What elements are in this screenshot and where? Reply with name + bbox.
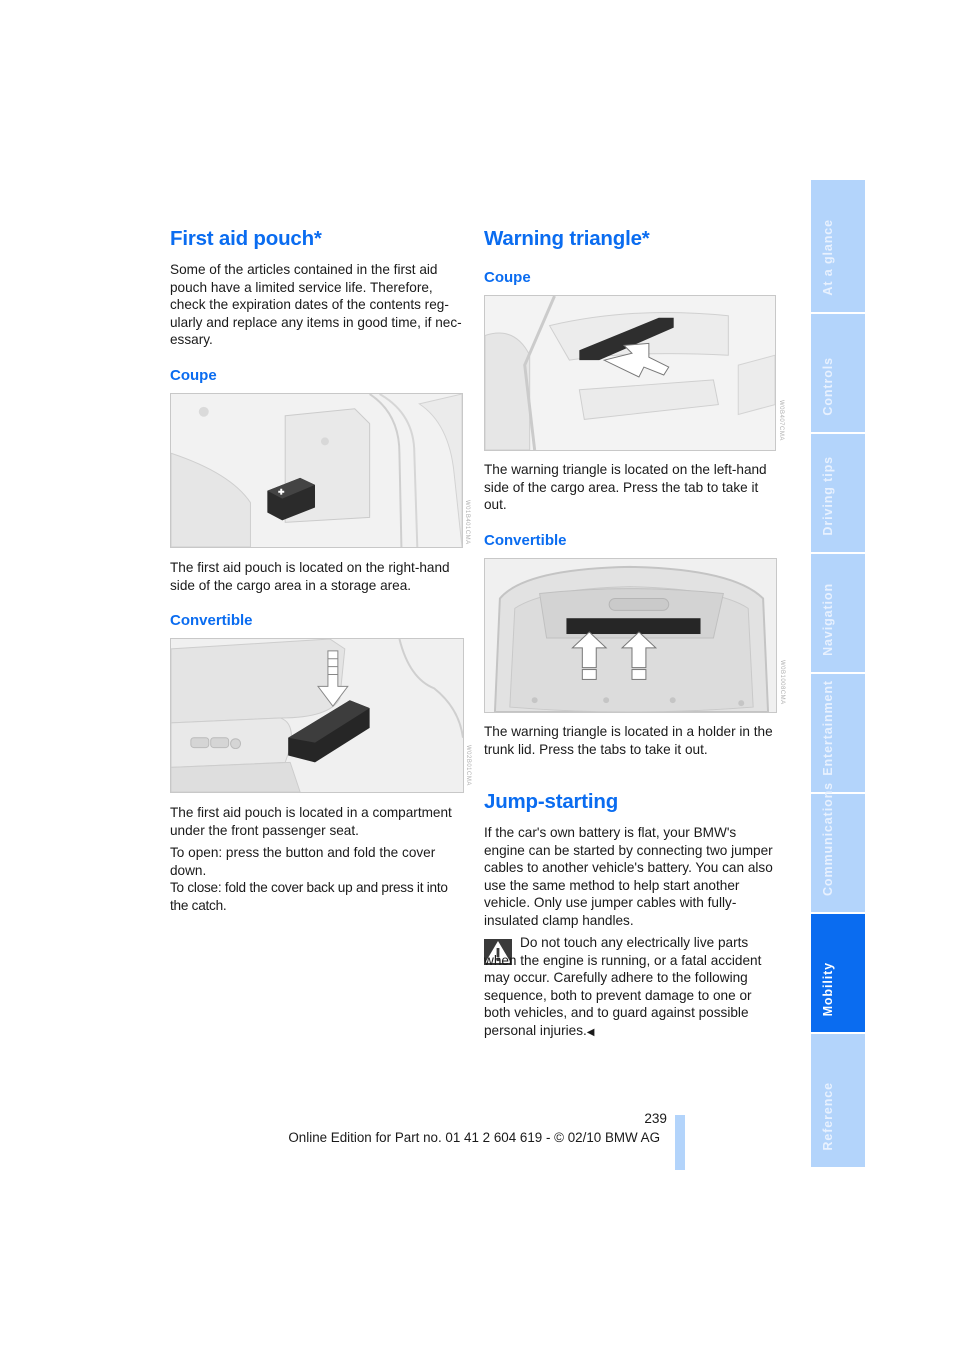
first-aid-convertible-image bbox=[170, 638, 464, 793]
first-aid-convertible-text: The first aid pouch is located in a comp… bbox=[170, 805, 452, 838]
side-tab-mobility[interactable]: Mobility bbox=[811, 914, 865, 1032]
side-tab-controls[interactable]: Controls bbox=[811, 314, 865, 432]
side-tab-label: Communications bbox=[821, 782, 835, 896]
warning-triangle-convertible-image-code: W0B1008CMA bbox=[779, 660, 785, 705]
side-tab-label: At a glance bbox=[821, 219, 835, 296]
side-tab-at-a-glance[interactable]: At a glance bbox=[811, 180, 865, 312]
first-aid-coupe-heading: Coupe bbox=[170, 367, 217, 384]
side-tab-communications[interactable]: Communications bbox=[811, 782, 865, 912]
jump-starting-warning: Do not touch any electrically live parts… bbox=[484, 934, 777, 1042]
side-tab-reference[interactable]: Reference bbox=[811, 1034, 865, 1167]
first-aid-convertible-heading: Convertible bbox=[170, 612, 253, 629]
footer-marker-bar bbox=[675, 1115, 685, 1170]
warning-triangle-coupe-image-code: W0B407CMA bbox=[778, 400, 784, 441]
jump-starting-warning-text: Do not touch any electrically live parts… bbox=[484, 935, 762, 1038]
first-aid-coupe-text: The first aid pouch is located on the ri… bbox=[170, 560, 450, 593]
warning-triangle-convertible-heading: Convertible bbox=[484, 532, 567, 549]
side-tab-navigation[interactable]: Navigation bbox=[811, 554, 865, 672]
jump-starting-intro: If the car's own battery is flat, your B… bbox=[484, 825, 773, 928]
warning-triangle-title: Warning triangle* bbox=[484, 227, 650, 250]
warning-triangle-coupe-image bbox=[484, 295, 776, 451]
jump-starting-title: Jump-starting bbox=[484, 790, 619, 813]
first-aid-title: First aid pouch* bbox=[170, 227, 322, 250]
warning-triangle-coupe-text: The warning triangle is located on the l… bbox=[484, 462, 767, 513]
first-aid-close-instructions: To close: fold the cover back up and pre… bbox=[170, 880, 448, 913]
side-tab-label: Reference bbox=[821, 1082, 835, 1151]
side-tab-label: Entertainment bbox=[821, 680, 835, 776]
warning-triangle-coupe-heading: Coupe bbox=[484, 269, 531, 286]
warning-triangle-convertible-image bbox=[484, 558, 777, 713]
side-tab-label: Driving tips bbox=[821, 456, 835, 536]
first-aid-open-instructions: To open: press the button and fold the c… bbox=[170, 845, 436, 878]
side-tab-label: Controls bbox=[821, 357, 835, 416]
side-tab-entertainment[interactable]: Entertainment bbox=[811, 674, 865, 792]
first-aid-convertible-image-code: W02B01CMA bbox=[465, 745, 471, 786]
footer-edition: Online Edition for Part no. 01 41 2 604 … bbox=[288, 1130, 660, 1145]
first-aid-coupe-image-code: W01B401CMA bbox=[464, 500, 470, 545]
first-aid-coupe-image bbox=[170, 393, 463, 548]
side-tab-label: Mobility bbox=[821, 961, 835, 1016]
side-tab-label: Navigation bbox=[821, 583, 835, 656]
page-number: 239 bbox=[644, 1111, 667, 1126]
warning-triangle-convertible-text: The warning triangle is located in a hol… bbox=[484, 724, 773, 757]
end-mark-icon: ◀ bbox=[586, 1026, 595, 1038]
side-tab-driving-tips[interactable]: Driving tips bbox=[811, 434, 865, 552]
first-aid-intro: Some of the articles contained in the fi… bbox=[170, 262, 462, 348]
